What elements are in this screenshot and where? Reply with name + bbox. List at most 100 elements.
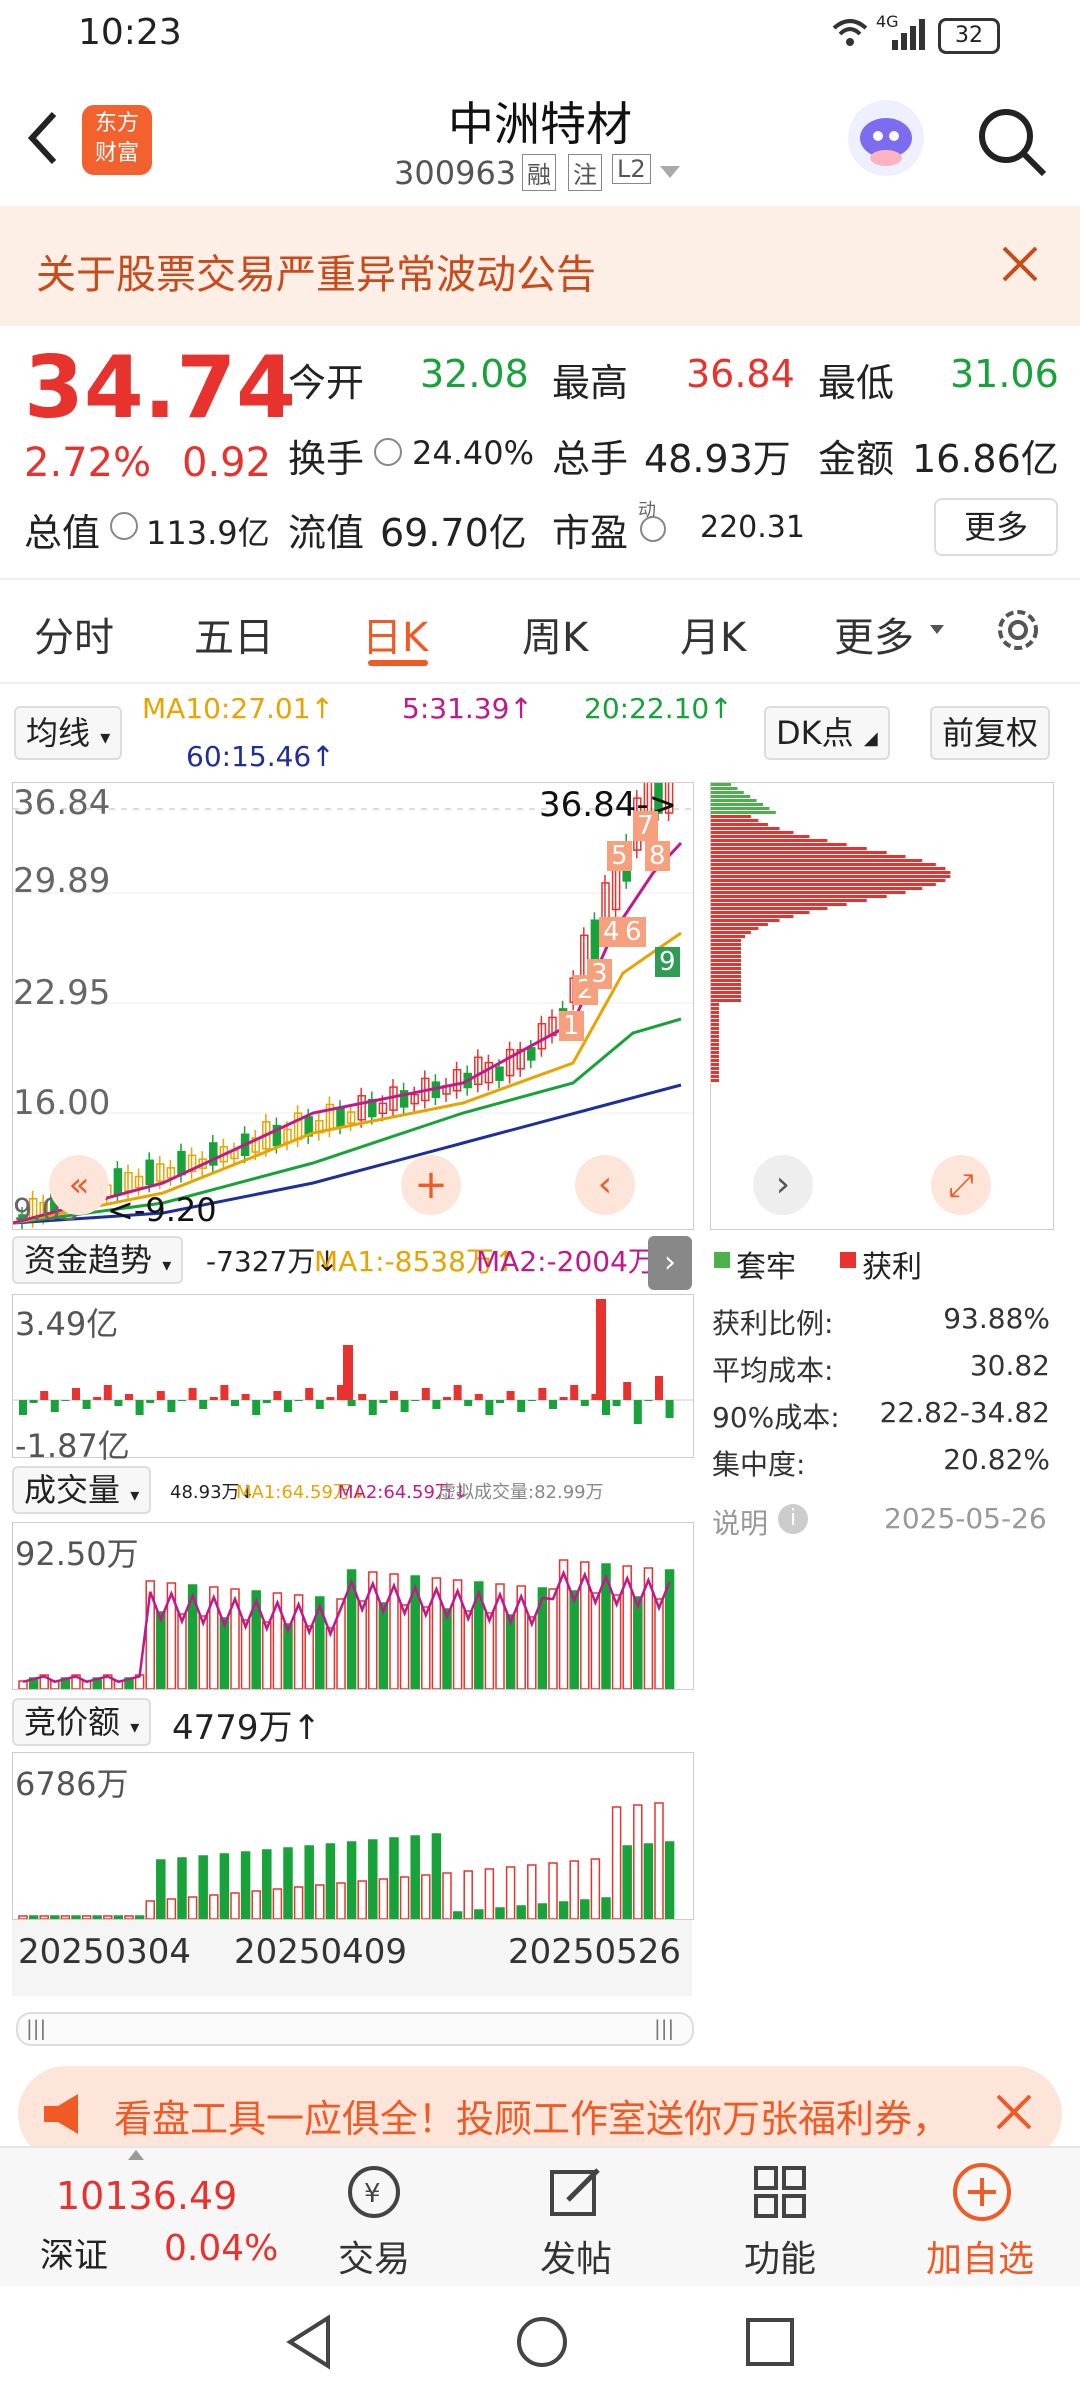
edit-post-icon[interactable]	[546, 2162, 606, 2226]
auction-value: 4779万↑	[172, 1708, 322, 1748]
chip-bar	[711, 1011, 719, 1014]
auction-selector[interactable]: 竞价额 ▾	[12, 1698, 152, 1746]
fund-chart[interactable]: 3.49亿 -1.87亿	[12, 1294, 694, 1465]
auction-bar	[569, 1860, 579, 1920]
notice-text[interactable]: 关于股票交易严重异常波动公告	[36, 242, 596, 300]
status-bar: 10:23 4G 32	[0, 0, 1080, 70]
note-label[interactable]: 说明	[712, 1502, 768, 1542]
chip-bar	[711, 1003, 719, 1006]
candle-body	[590, 919, 600, 961]
fund-bar	[644, 1400, 653, 1401]
nav-trade[interactable]: 交易	[304, 2230, 444, 2282]
tab-more[interactable]: 更多	[834, 605, 914, 663]
expand-icon[interactable]: ⤢	[931, 1155, 991, 1215]
robot-avatar-icon[interactable]	[848, 100, 924, 176]
volume-bar	[463, 1610, 473, 1690]
auction-bar	[50, 1915, 60, 1920]
close-icon[interactable]	[994, 2092, 1034, 2136]
range-handle-right[interactable]: |||	[654, 2016, 674, 2040]
scroll-left-icon[interactable]: «	[49, 1155, 109, 1215]
auction-bar	[357, 1880, 367, 1920]
fund-bar	[82, 1400, 91, 1409]
scroll-next-icon[interactable]: ›	[753, 1155, 813, 1215]
back-triangle-icon[interactable]	[284, 2314, 334, 2374]
home-circle-icon[interactable]	[514, 2314, 570, 2374]
auction-bar	[315, 1884, 325, 1920]
index-pct[interactable]: 0.04%	[164, 2228, 278, 2269]
back-icon[interactable]	[22, 108, 62, 172]
chip-bar	[711, 907, 828, 910]
volume-bar	[548, 1588, 558, 1690]
info-icon[interactable]	[110, 512, 138, 540]
range-scrollbar[interactable]: ||| |||	[16, 2012, 694, 2046]
fund-bar	[188, 1388, 197, 1400]
corner-triangle-icon: ◢	[863, 728, 878, 749]
y-label: 16.00	[13, 1083, 111, 1123]
recents-square-icon[interactable]	[744, 2316, 796, 2372]
auction-chart[interactable]: 6786万	[12, 1752, 694, 1920]
add-watchlist-icon[interactable]	[950, 2160, 1014, 2228]
collapse-arrow-icon[interactable]: ›	[648, 1236, 692, 1290]
auction-bar	[431, 1833, 442, 1920]
ma-selector[interactable]: 均线 ▾	[14, 706, 123, 760]
dk-point-button[interactable]: DK点 ◢	[764, 706, 890, 760]
info-icon[interactable]	[374, 438, 402, 466]
tab-intraday[interactable]: 分时	[34, 605, 114, 663]
header: 中洲特材 300963 融 注 L2	[0, 70, 1080, 205]
fund-bar	[103, 1385, 112, 1400]
kline-chart[interactable]: 36.84 29.89 22.95 16.00 9.05 36.84-> <-9…	[12, 754, 694, 1231]
fund-bar	[411, 1400, 420, 1401]
eastmoney-logo[interactable]: 东方 财富	[82, 105, 152, 175]
tab-five-day[interactable]: 五日	[194, 605, 274, 663]
fund-bar	[125, 1394, 133, 1400]
zoom-in-icon[interactable]: +	[401, 1155, 461, 1215]
nav-add-watchlist[interactable]: 加自选	[910, 2230, 1050, 2282]
promo-text[interactable]: 看盘工具一应俱全！投顾工作室送你万张福利券，	[114, 2088, 974, 2143]
td-seq-label: 9	[655, 947, 680, 977]
grid-function-icon[interactable]	[750, 2162, 810, 2226]
chevron-down-icon: ▾	[130, 1485, 140, 1506]
high-label: 最高	[552, 361, 629, 405]
chevron-down-icon: ▾	[162, 1255, 172, 1276]
fund-bar	[305, 1388, 314, 1400]
chip-bar	[711, 963, 741, 966]
scroll-prev-icon[interactable]: ‹	[575, 1155, 635, 1215]
adjust-button[interactable]: 前复权	[930, 706, 1051, 760]
volume-selector[interactable]: 成交量 ▾	[12, 1466, 152, 1514]
ma5-label: 5:31.39↑	[402, 692, 533, 725]
volume-chart[interactable]: 92.50万	[12, 1522, 694, 1690]
nav-function[interactable]: 功能	[710, 2230, 850, 2282]
chip-bar	[711, 863, 936, 866]
nav-post[interactable]: 发帖	[506, 2230, 646, 2282]
fund-bar	[485, 1400, 494, 1415]
range-handle-left[interactable]: |||	[26, 2016, 46, 2040]
close-icon[interactable]	[1000, 244, 1040, 288]
svg-text:¥: ¥	[364, 2179, 381, 2209]
trade-icon[interactable]: ¥	[342, 2162, 406, 2226]
chip-bar	[711, 883, 936, 886]
chip-distribution[interactable]: › ⤢	[710, 782, 1054, 1230]
tab-monthly-k[interactable]: 月K	[680, 605, 746, 663]
stock-code: 300963	[394, 154, 517, 192]
bottom-nav: 10136.49 深证 0.04% ¥ 交易 发帖 功能 加自选	[0, 2146, 1080, 2288]
auction-bar	[230, 1892, 240, 1920]
chip-bar	[711, 923, 768, 926]
info-icon[interactable]: i	[778, 1504, 808, 1534]
index-value[interactable]: 10136.49	[56, 2174, 237, 2218]
fund-selector[interactable]: 资金趋势 ▾	[12, 1236, 184, 1284]
chip-bar	[711, 799, 757, 802]
search-icon[interactable]	[974, 104, 1050, 184]
info-icon[interactable]	[640, 516, 666, 542]
tab-weekly-k[interactable]: 周K	[522, 605, 588, 663]
more-button[interactable]: 更多	[934, 498, 1058, 556]
gear-icon[interactable]	[990, 602, 1046, 662]
notice-bar[interactable]: 关于股票交易严重异常波动公告	[0, 206, 1080, 326]
volume-bar	[505, 1614, 516, 1690]
chip-bar	[711, 791, 744, 794]
tab-daily-k[interactable]: 日K	[362, 605, 428, 663]
chip-bar	[711, 995, 741, 998]
chip-bar	[711, 1063, 719, 1066]
dropdown-triangle-icon[interactable]	[660, 166, 680, 178]
volume-bar	[357, 1600, 367, 1690]
index-name[interactable]: 深证	[40, 2228, 108, 2277]
